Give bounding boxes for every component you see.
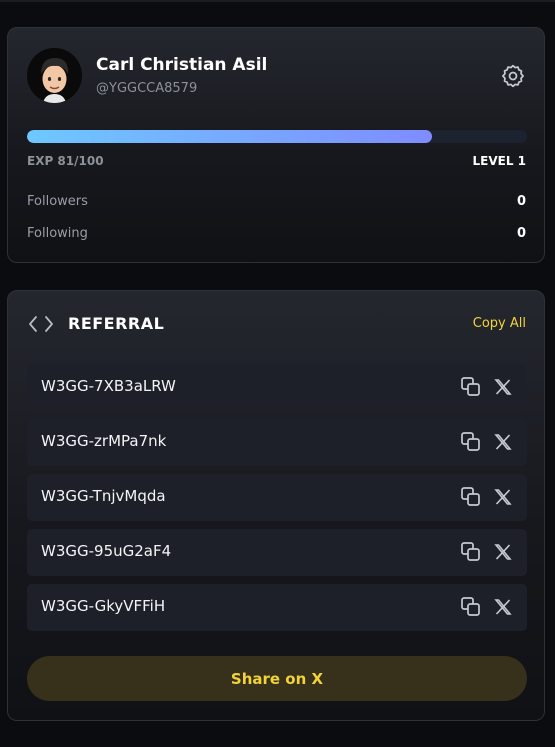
share-x-icon[interactable] <box>493 377 513 397</box>
share-x-icon[interactable] <box>493 542 513 562</box>
followers-count: 0 <box>516 194 526 209</box>
code-brackets-icon <box>28 315 54 333</box>
referral-code: W3GG-GkyVFFiH <box>41 597 166 615</box>
referral-title: REFERRAL <box>68 314 165 333</box>
copy-all-button[interactable]: Copy All <box>473 316 526 331</box>
referral-code: W3GG-TnjvMqda <box>41 487 166 505</box>
following-label: Following <box>27 226 88 241</box>
share-x-icon[interactable] <box>493 432 513 452</box>
referral-code-row: W3GG-95uG2aF4 <box>27 529 527 576</box>
following-count: 0 <box>516 226 526 241</box>
profile-name: Carl Christian Asil <box>96 55 268 75</box>
referral-code-row: W3GG-GkyVFFiH <box>27 584 527 631</box>
level-label: LEVEL 1 <box>472 154 526 168</box>
referral-code-row: W3GG-TnjvMqda <box>27 474 527 521</box>
referral-code: W3GG-95uG2aF4 <box>41 542 172 560</box>
copy-icon[interactable] <box>460 376 482 398</box>
referral-code: W3GG-zrMPa7nk <box>41 432 167 450</box>
referral-code-row: W3GG-zrMPa7nk <box>27 419 527 466</box>
referral-code-row: W3GG-7XB3aLRW <box>27 364 527 411</box>
copy-icon[interactable] <box>460 486 482 508</box>
exp-progress-bar <box>27 130 527 143</box>
exp-label: EXP 81/100 <box>27 154 104 168</box>
share-x-icon[interactable] <box>493 597 513 617</box>
followers-label: Followers <box>27 194 88 209</box>
referral-card: REFERRAL Copy All W3GG-7XB3aLRW W3GG-zrM… <box>7 290 545 721</box>
profile-card: Carl Christian Asil @YGGCCA8579 EXP 81/1… <box>7 27 545 263</box>
referral-code: W3GG-7XB3aLRW <box>41 377 176 395</box>
share-on-x-button[interactable]: Share on X <box>27 656 527 701</box>
exp-progress-fill <box>27 130 432 143</box>
share-x-icon[interactable] <box>493 487 513 507</box>
top-divider <box>0 0 555 2</box>
profile-handle: @YGGCCA8579 <box>96 81 198 96</box>
settings-gear-icon[interactable] <box>500 63 526 89</box>
copy-icon[interactable] <box>460 431 482 453</box>
avatar <box>27 48 82 103</box>
copy-icon[interactable] <box>460 596 482 618</box>
copy-icon[interactable] <box>460 541 482 563</box>
